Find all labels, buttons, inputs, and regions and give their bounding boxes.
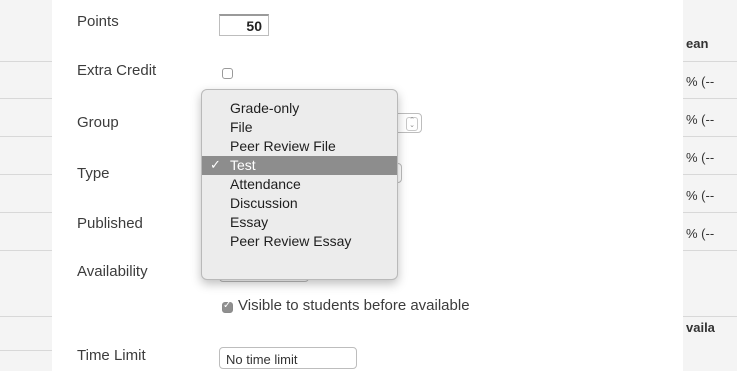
extra-credit-checkbox[interactable] — [222, 68, 233, 79]
points-label: Points — [77, 13, 119, 30]
table-header-mean: ean — [686, 36, 709, 51]
table-cell: % (-- — [686, 188, 715, 203]
table-cell: % (-- — [686, 226, 715, 241]
table-cell: % (-- — [686, 112, 715, 127]
dropdown-option-peer-review-file[interactable]: Peer Review File — [202, 137, 397, 156]
group-label: Group — [77, 114, 119, 131]
visible-before-available-label: Visible to students before available — [238, 297, 470, 314]
table-divider — [0, 316, 52, 317]
availability-label: Availability — [77, 263, 148, 280]
dropdown-option-attendance[interactable]: Attendance — [202, 175, 397, 194]
table-divider — [0, 136, 52, 137]
time-limit-label: Time Limit — [77, 347, 146, 364]
checkmark-icon: ✓ — [210, 158, 221, 173]
type-label: Type — [77, 165, 110, 182]
points-input[interactable]: 50 — [219, 14, 269, 36]
dropdown-option-file[interactable]: File — [202, 118, 397, 137]
dropdown-option-grade-only[interactable]: Grade-only — [202, 99, 397, 118]
table-divider — [683, 136, 737, 137]
dropdown-option-label: Test — [230, 157, 256, 173]
dropdown-option-essay[interactable]: Essay — [202, 213, 397, 232]
type-dropdown-menu[interactable]: Grade-only File Peer Review File ✓ Test A… — [201, 89, 398, 280]
table-cell: % (-- — [686, 150, 715, 165]
visible-before-available-checkbox[interactable] — [222, 300, 233, 313]
table-divider — [683, 174, 737, 175]
published-label: Published — [77, 215, 143, 232]
dropdown-option-test[interactable]: ✓ Test — [202, 156, 397, 175]
table-divider — [683, 61, 737, 62]
extra-credit-label: Extra Credit — [77, 62, 157, 79]
time-limit-value: No time limit — [226, 352, 298, 367]
select-arrows-icon: ⌃ ⌄ — [406, 117, 418, 131]
time-limit-select[interactable]: No time limit — [219, 347, 357, 369]
table-cell: % (-- — [686, 74, 715, 89]
table-divider — [683, 212, 737, 213]
table-divider — [683, 250, 737, 251]
dropdown-option-peer-review-essay[interactable]: Peer Review Essay — [202, 232, 397, 251]
dropdown-option-discussion[interactable]: Discussion — [202, 194, 397, 213]
table-divider — [0, 212, 52, 213]
table-divider — [683, 316, 737, 317]
table-divider — [0, 174, 52, 175]
table-divider — [683, 98, 737, 99]
table-divider — [0, 61, 52, 62]
table-divider — [0, 350, 52, 351]
table-header-available: vaila — [686, 320, 715, 335]
table-divider — [0, 98, 52, 99]
table-divider — [0, 250, 52, 251]
